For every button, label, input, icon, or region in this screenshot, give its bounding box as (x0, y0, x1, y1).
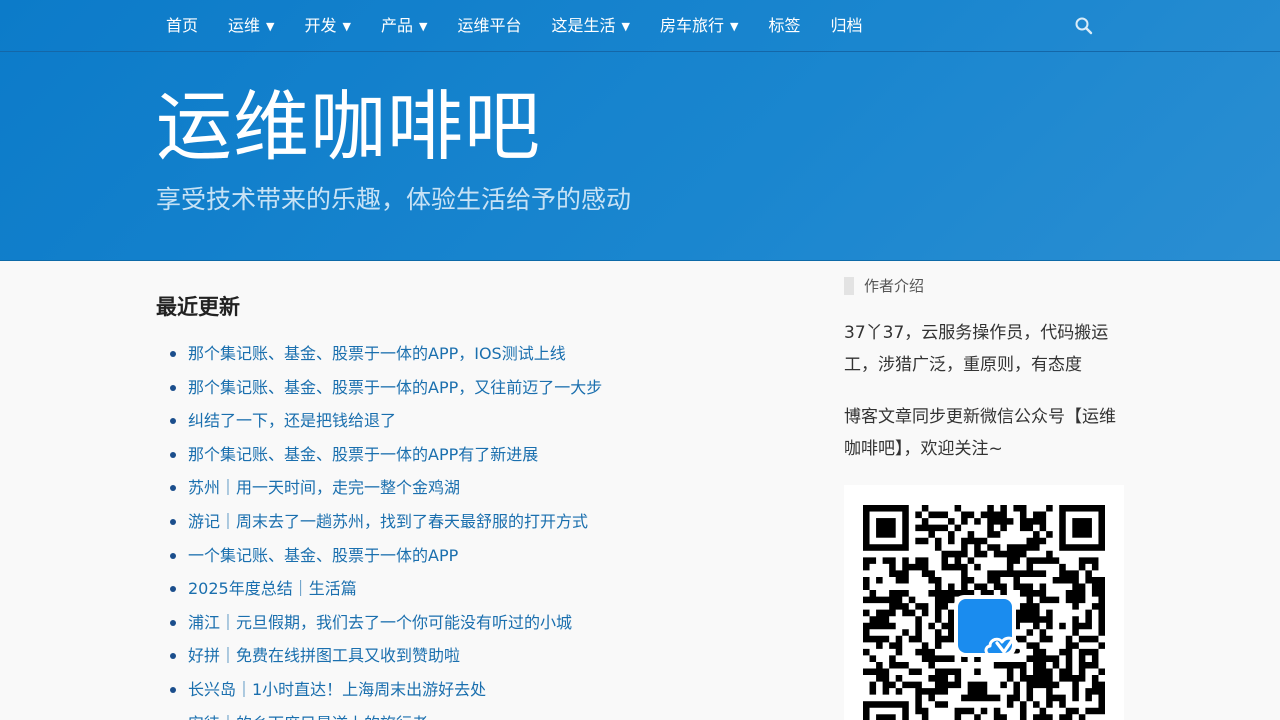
list-item: 2025年度总结｜生活篇 (170, 576, 776, 610)
nav-item-label: 开发 (304, 16, 337, 35)
post-link[interactable]: 游记｜周末去了一趟苏州，找到了春天最舒服的打开方式 (188, 512, 588, 531)
post-link[interactable]: 纠结了一下，还是把钱给退了 (188, 411, 396, 430)
post-link[interactable]: 那个集记账、基金、股票于一体的APP，IOS测试上线 (188, 344, 566, 363)
nav-item-label: 运维平台 (457, 16, 522, 35)
post-link[interactable]: 2025年度总结｜生活篇 (188, 579, 357, 598)
nav-item-label: 标签 (768, 16, 801, 35)
qr-logo (954, 595, 1023, 657)
list-item: 纠结了一下，还是把钱给退了 (170, 408, 776, 442)
list-item: 浦江｜元旦假期，我们去了一个你可能没有听过的小城 (170, 610, 776, 644)
list-item: 游记｜周末去了一趟苏州，找到了春天最舒服的打开方式 (170, 509, 776, 543)
nav-item-label: 这是生活 (551, 16, 616, 35)
post-link[interactable]: 那个集记账、基金、股票于一体的APP，又往前迈了一大步 (188, 378, 602, 397)
nav-item-label: 房车旅行 (659, 16, 724, 35)
post-link[interactable]: 好拼｜免费在线拼图工具又收到赞助啦 (188, 646, 460, 665)
nav-item-8[interactable]: 归档 (820, 0, 872, 52)
cloud-logo-icon (958, 599, 1023, 657)
list-item: 长兴岛｜1小时直达！上海周末出游好去处 (170, 677, 776, 711)
site-description: 享受技术带来的乐趣，体验生活给予的感动 (156, 185, 632, 214)
nav-item-1[interactable]: 运维 ▼ (218, 0, 284, 52)
chevron-down-icon: ▼ (266, 20, 275, 33)
author-bio: 37丫37，云服务操作员，代码搬运工，涉猎广泛，重原则，有态度 (844, 323, 1109, 375)
list-item: 那个集记账、基金、股票于一体的APP，又往前迈了一大步 (170, 375, 776, 409)
list-item: 苏州｜用一天时间，走完一整个金鸡湖 (170, 475, 776, 509)
sidebar: 作者介绍 37丫37，云服务操作员，代码搬运工，涉猎广泛，重原则，有态度 博客文… (844, 277, 1124, 720)
post-link[interactable]: 那个集记账、基金、股票于一体的APP有了新进展 (188, 445, 538, 464)
chevron-down-icon: ▼ (419, 20, 428, 33)
nav-item-0[interactable]: 首页 (156, 0, 208, 52)
chevron-down-icon: ▼ (729, 20, 739, 33)
list-item: 那个集记账、基金、股票于一体的APP有了新进展 (170, 442, 776, 476)
post-link[interactable]: 一个集记账、基金、股票于一体的APP (188, 546, 458, 565)
nav-item-label: 运维 (228, 16, 261, 35)
main-area: 最近更新 那个集记账、基金、股票于一体的APP，IOS测试上线 那个集记账、基金、… (0, 261, 1280, 720)
site-header: 首页 运维 ▼ 开发 ▼ 产品 ▼ 运维平台 这是生活 ▼ 房车旅行 ▼ 标签 归档 运维咖啡吧 享受技术… (0, 0, 1280, 261)
nav-item-7[interactable]: 标签 (758, 0, 810, 52)
chevron-down-icon: ▼ (621, 20, 630, 33)
nav-items: 首页 运维 ▼ 开发 ▼ 产品 ▼ 运维平台 这是生活 ▼ 房车旅行 ▼ 标签 归档 (156, 0, 882, 52)
search-button[interactable] (1072, 14, 1096, 38)
nav-item-label: 产品 (380, 16, 413, 35)
post-link[interactable]: 长兴岛｜1小时直达！上海周末出游好去处 (188, 680, 486, 699)
post-link[interactable]: 安徒｜的乡下度目最逆上的旅行者 (188, 714, 428, 720)
wechat-note: 博客文章同步更新微信公众号【运维咖啡吧】，欢迎关注~ (844, 407, 1116, 459)
nav-item-6[interactable]: 房车旅行 ▼ (650, 0, 748, 52)
recent-posts-section: 最近更新 那个集记账、基金、股票于一体的APP，IOS测试上线 那个集记账、基金、… (156, 291, 776, 720)
chevron-down-icon: ▼ (342, 20, 351, 33)
list-item: 一个集记账、基金、股票于一体的APP (170, 543, 776, 577)
list-item: 好拼｜免费在线拼图工具又收到赞助啦 (170, 643, 776, 677)
nav-item-2[interactable]: 开发 ▼ (295, 0, 361, 52)
list-item: 安徒｜的乡下度目最逆上的旅行者 (170, 711, 776, 720)
nav-item-label: 归档 (830, 16, 863, 35)
wechat-qr-code (844, 485, 1124, 720)
widget-title: 作者介绍 (844, 277, 1124, 295)
nav-item-3[interactable]: 产品 ▼ (371, 0, 437, 52)
nav-item-4[interactable]: 运维平台 (447, 0, 531, 52)
top-navigation: 首页 运维 ▼ 开发 ▼ 产品 ▼ 运维平台 这是生活 ▼ 房车旅行 ▼ 标签 归档 (0, 0, 1280, 52)
post-list: 那个集记账、基金、股票于一体的APP，IOS测试上线 那个集记账、基金、股票于一体… (156, 341, 776, 720)
section-title: 最近更新 (156, 295, 240, 319)
nav-item-label: 首页 (166, 16, 199, 35)
search-icon (1075, 17, 1093, 35)
site-title[interactable]: 运维咖啡吧 (156, 82, 541, 172)
post-link[interactable]: 浦江｜元旦假期，我们去了一个你可能没有听过的小城 (188, 613, 572, 632)
post-link[interactable]: 苏州｜用一天时间，走完一整个金鸡湖 (188, 478, 460, 497)
nav-item-5[interactable]: 这是生活 ▼ (541, 0, 639, 52)
list-item: 那个集记账、基金、股票于一体的APP，IOS测试上线 (170, 341, 776, 375)
